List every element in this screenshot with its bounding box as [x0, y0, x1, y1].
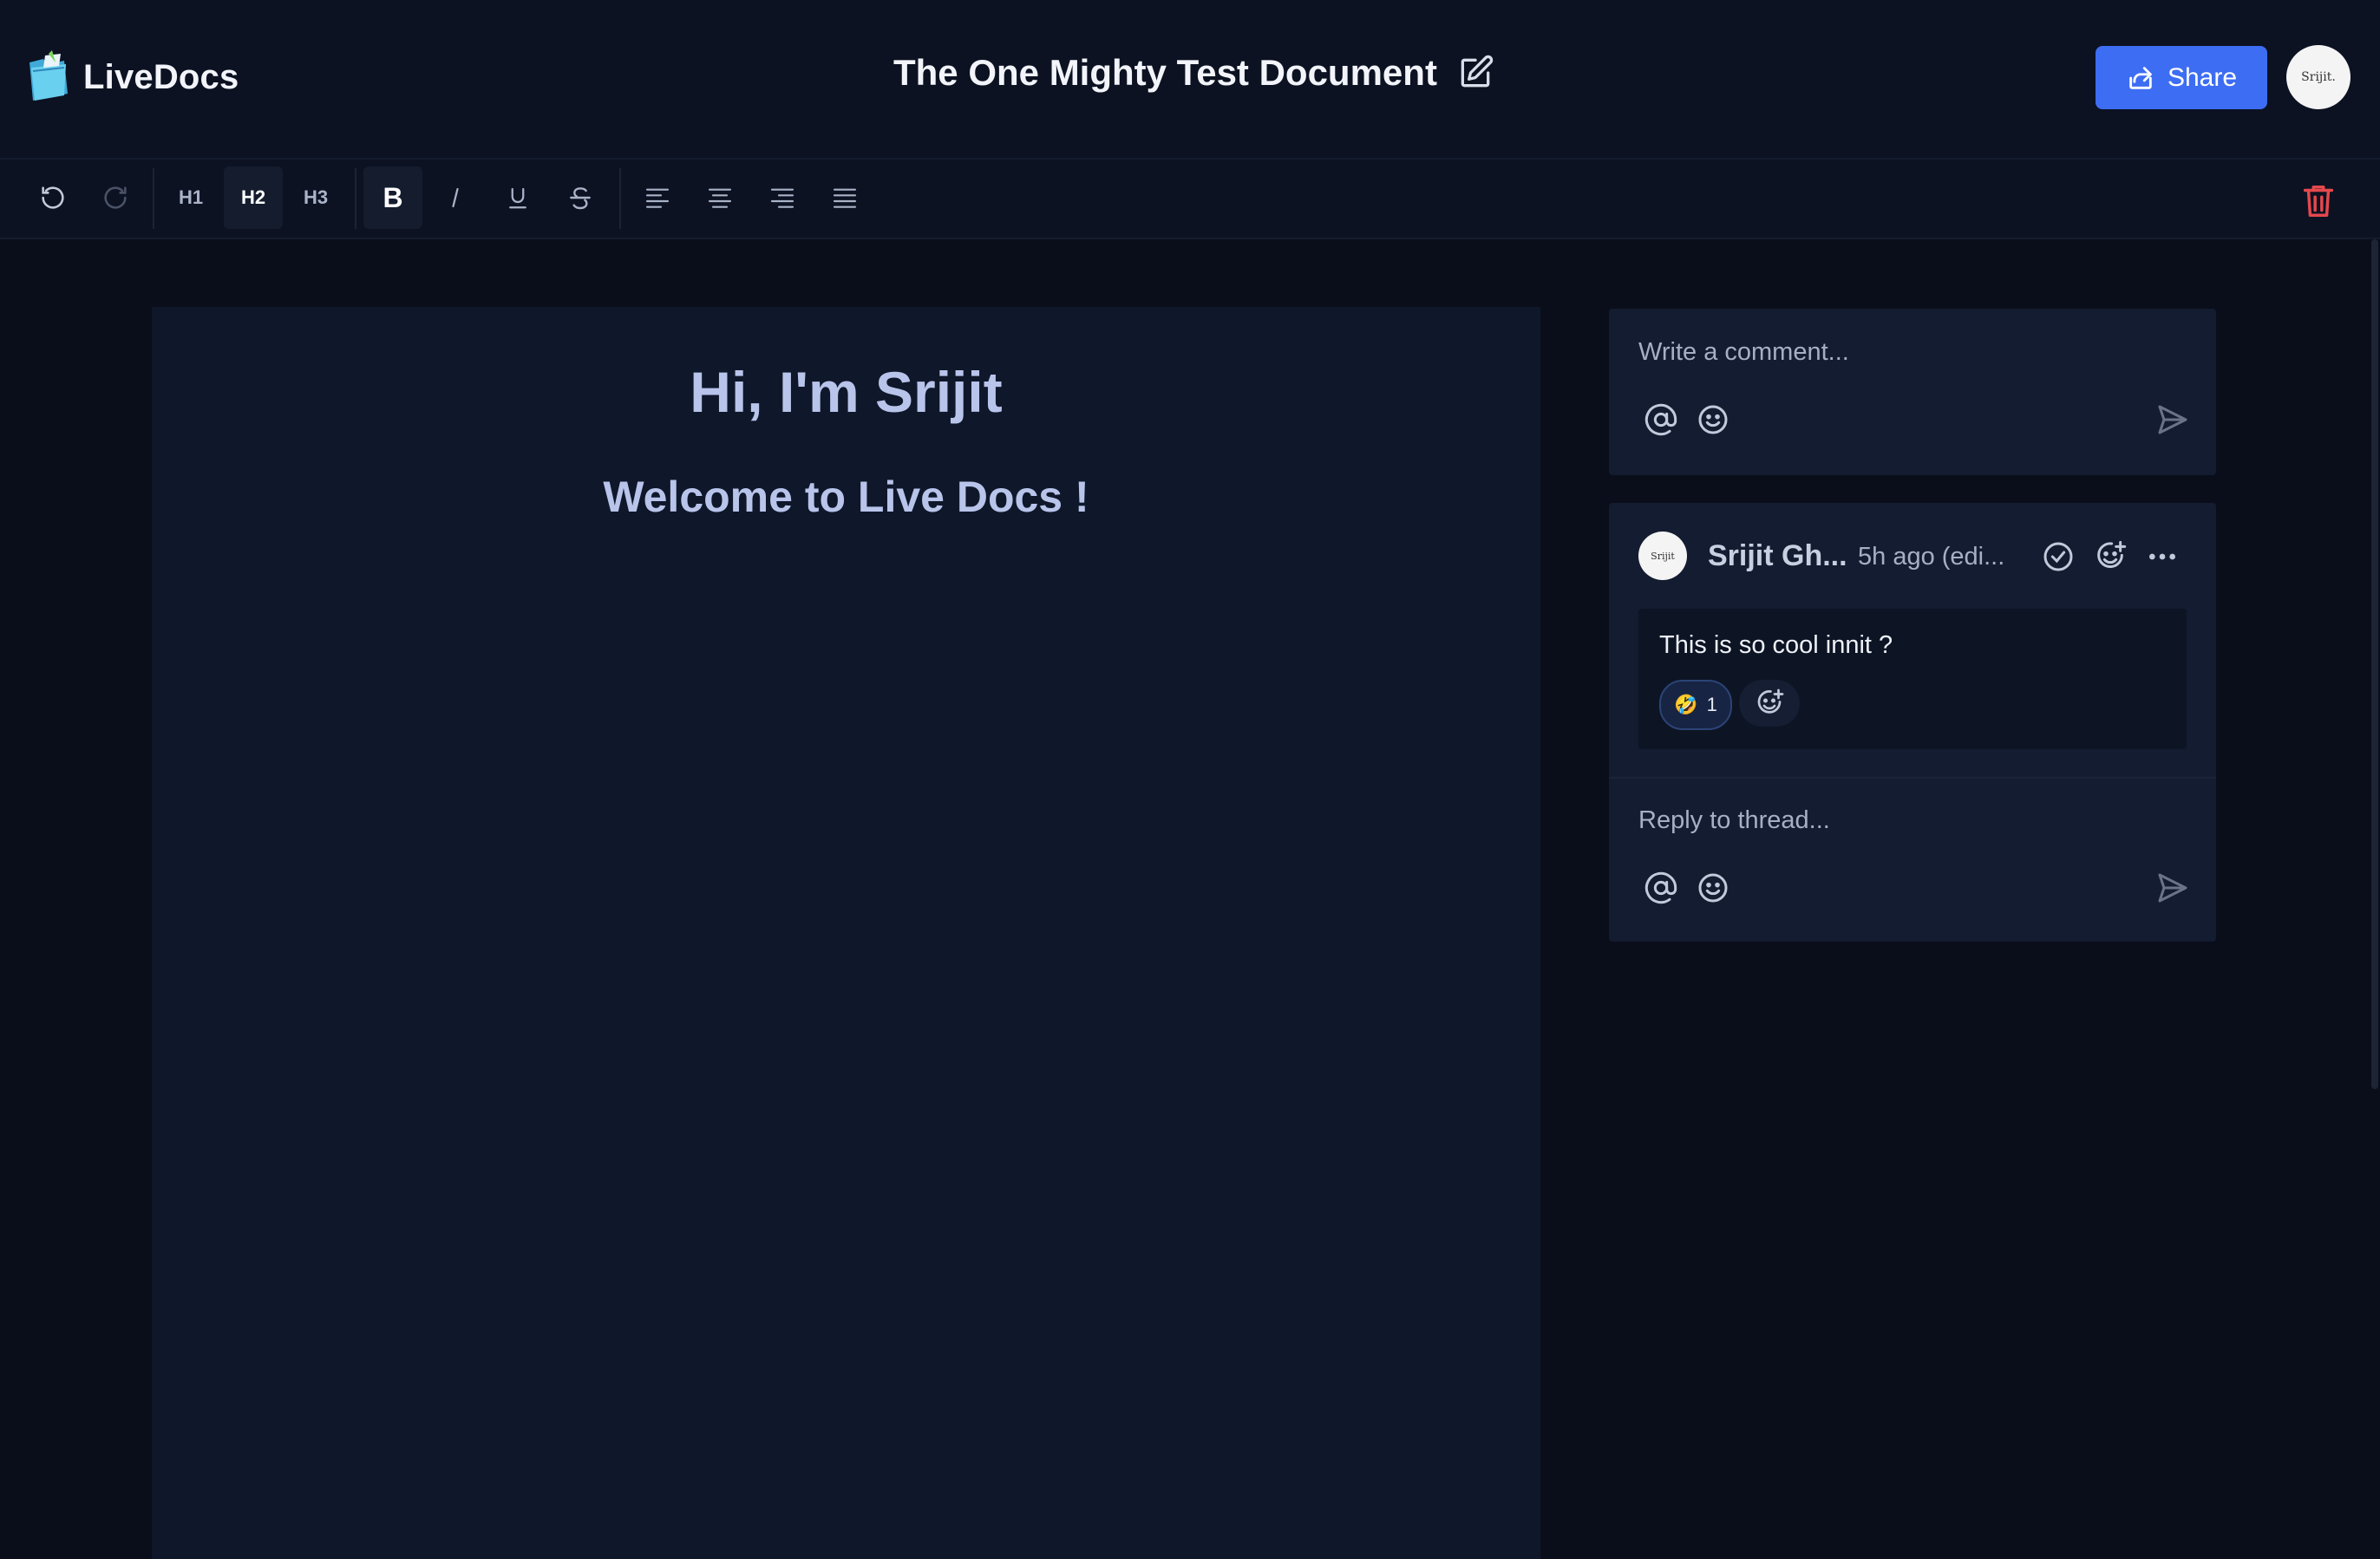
strikethrough-icon [570, 187, 591, 210]
document-editor[interactable]: Hi, I'm Srijit Welcome to Live Docs ! [152, 307, 1540, 1559]
align-justify-icon [833, 188, 857, 208]
user-avatar-text: Srijit. [2301, 70, 2336, 84]
reaction-emoji: 🤣 [1674, 694, 1698, 715]
underline-button[interactable] [488, 166, 547, 229]
heading-3-button[interactable]: H3 [286, 166, 345, 229]
comment-thread: Srijit Srijit Gh... 5h ago (edi... This … [1609, 503, 2216, 942]
emoji-icon[interactable] [1696, 871, 1730, 905]
italic-icon [452, 187, 459, 208]
user-avatar[interactable]: Srijit. [2286, 45, 2351, 109]
document-title-area: The One Mighty Test Document [893, 52, 1494, 94]
comment-message: This is so cool innit ? [1659, 631, 1893, 659]
document-heading-2[interactable]: Welcome to Live Docs ! [152, 472, 1540, 522]
toolbar-divider [355, 168, 356, 229]
heading-1-label: H1 [178, 186, 204, 208]
heading-3-label: H3 [303, 186, 329, 208]
align-left-button[interactable] [628, 166, 687, 229]
align-center-icon [708, 188, 732, 208]
reaction-pill[interactable]: 🤣 1 [1659, 680, 1732, 730]
page-scrollbar[interactable] [2371, 239, 2378, 1089]
edit-icon[interactable] [1456, 54, 1494, 92]
trash-icon[interactable] [2298, 180, 2338, 220]
align-right-button[interactable] [753, 166, 812, 229]
app-header: LiveDocs The One Mighty Test Document Sh… [0, 0, 2380, 160]
mention-icon[interactable] [1644, 871, 1678, 905]
heading-1-button[interactable]: H1 [161, 166, 220, 229]
align-center-button[interactable] [690, 166, 749, 229]
document-heading-1[interactable]: Hi, I'm Srijit [152, 359, 1540, 425]
align-right-icon [770, 188, 794, 208]
share-label: Share [2167, 62, 2238, 92]
comment-author: Srijit Gh... [1708, 539, 1847, 572]
add-reaction-button[interactable] [1739, 680, 1800, 727]
resolve-check-icon[interactable] [2041, 539, 2076, 574]
folder-logo-icon [29, 50, 68, 101]
undo-icon [42, 186, 64, 209]
emoji-icon[interactable] [1696, 402, 1730, 437]
heading-2-button[interactable]: H2 [224, 166, 283, 229]
mention-icon[interactable] [1644, 402, 1678, 437]
bold-icon: B [382, 181, 403, 213]
heading-2-label: H2 [240, 186, 266, 208]
document-title[interactable]: The One Mighty Test Document [893, 52, 1437, 94]
app-name: LiveDocs [83, 57, 239, 96]
align-justify-button[interactable] [815, 166, 874, 229]
redo-icon [104, 186, 127, 209]
send-icon[interactable] [2155, 402, 2190, 437]
editor-toolbar: H1 H2 H3 B [0, 160, 2380, 239]
undo-button[interactable] [23, 166, 82, 229]
comment-input[interactable]: Write a comment... [1638, 338, 1849, 367]
redo-button[interactable] [86, 166, 145, 229]
reaction-count: 1 [1706, 694, 1717, 715]
comment-author-avatar: Srijit [1638, 532, 1687, 580]
align-left-icon [645, 188, 670, 208]
add-reaction-icon[interactable] [2093, 539, 2128, 574]
bold-button[interactable]: B [363, 166, 422, 229]
comment-avatar-text: Srijit [1651, 550, 1675, 562]
more-options-icon[interactable] [2145, 539, 2180, 574]
comment-message-box: This is so cool innit ? 🤣 1 [1638, 609, 2187, 749]
toolbar-divider [153, 168, 154, 229]
comment-timestamp: 5h ago (edi... [1858, 543, 2005, 571]
italic-button[interactable] [426, 166, 485, 229]
thread-divider [1609, 777, 2216, 779]
underline-icon [509, 187, 526, 209]
share-icon [2129, 66, 2152, 89]
strikethrough-button[interactable] [551, 166, 610, 229]
brand[interactable]: LiveDocs [26, 50, 239, 104]
add-reaction-icon [1757, 688, 1784, 714]
share-button[interactable]: Share [2096, 46, 2267, 109]
send-icon[interactable] [2155, 871, 2190, 905]
comment-composer: Write a comment... [1609, 309, 2216, 475]
reply-input[interactable]: Reply to thread... [1638, 806, 1830, 835]
toolbar-divider [619, 168, 621, 229]
